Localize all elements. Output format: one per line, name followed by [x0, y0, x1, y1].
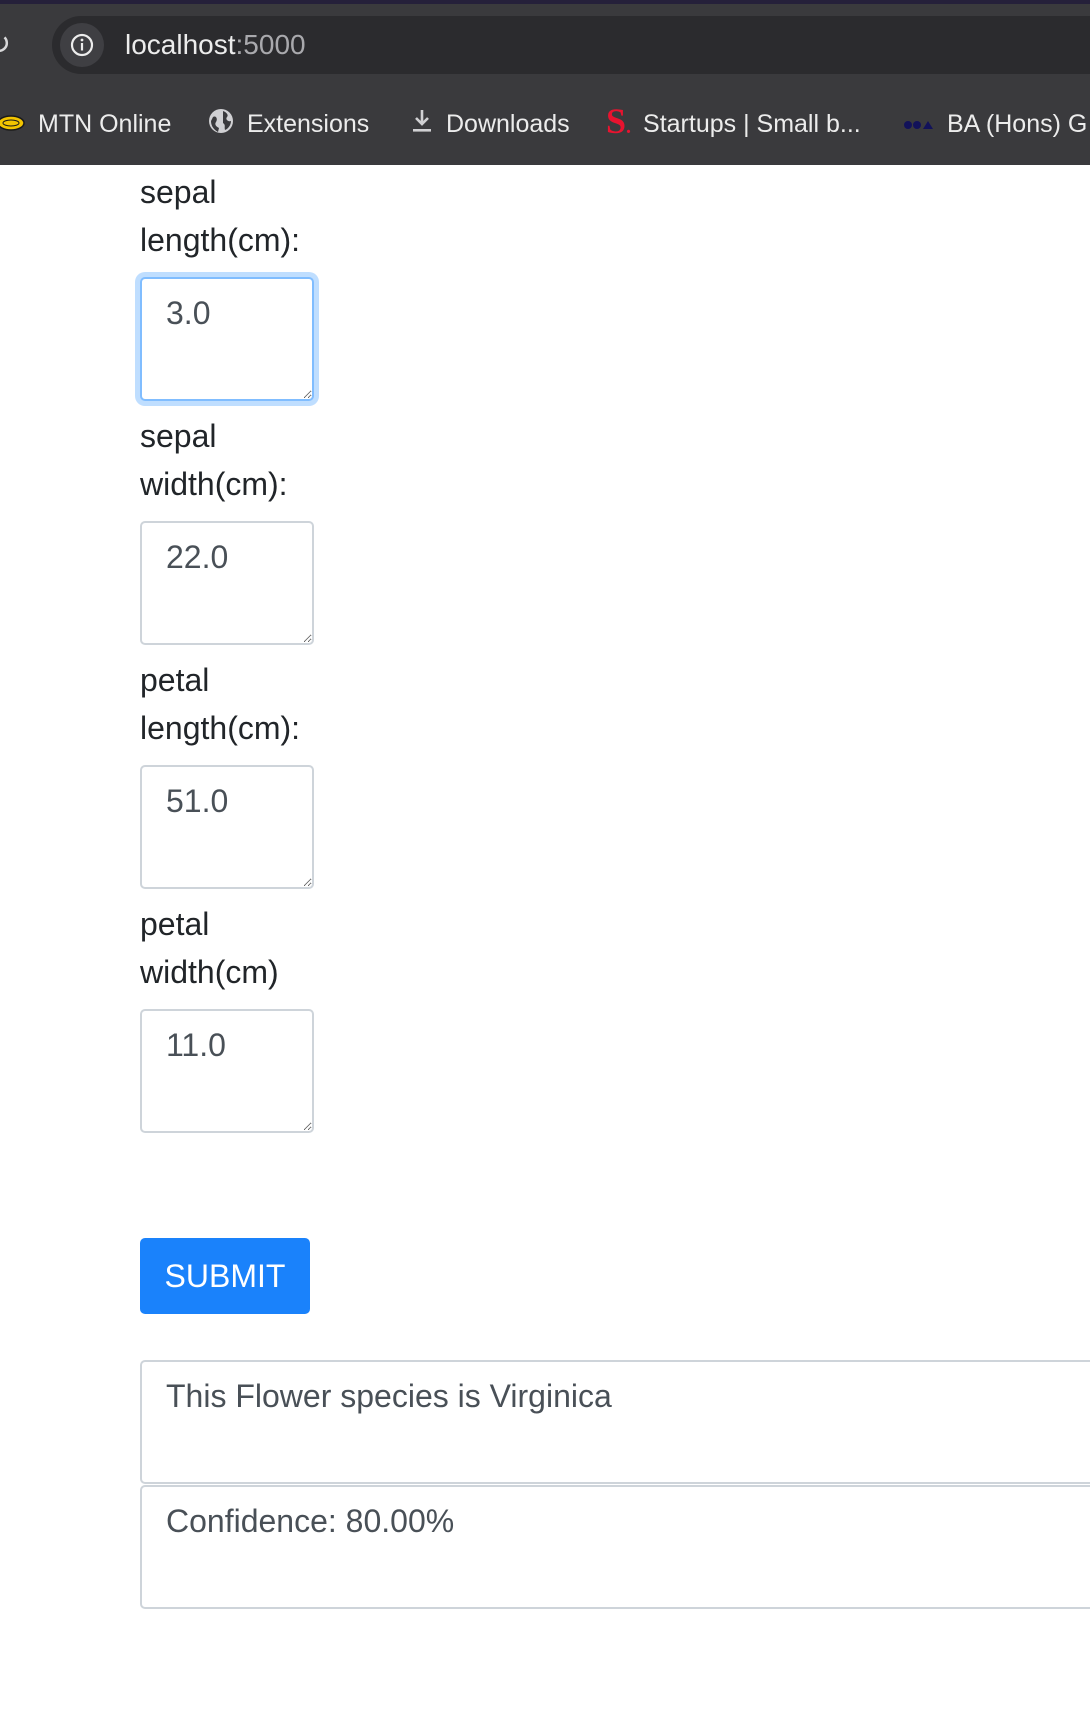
submit-button[interactable]: SUBMIT: [140, 1238, 310, 1314]
address-bar-row: ↻ localhost:5000: [0, 4, 1090, 84]
reload-icon[interactable]: ↻: [0, 30, 16, 60]
prediction-output[interactable]: This Flower species is Virginica: [140, 1360, 1090, 1484]
sepal-length-input[interactable]: 3.0: [140, 277, 314, 401]
bookmark-label: Extensions: [247, 109, 370, 138]
browser-chrome: ↻ localhost:5000 MTN Online: [0, 0, 1090, 165]
petal-width-label: petal width(cm): [140, 906, 279, 990]
bookmark-label: BA (Hons) G: [947, 109, 1088, 138]
petal-width-input[interactable]: 11.0: [140, 1009, 314, 1133]
download-icon: [410, 107, 434, 142]
bookmarks-bar: MTN Online Extensions Downloads S. Start…: [0, 84, 1090, 165]
confidence-output[interactable]: Confidence: 80.00%: [140, 1485, 1090, 1609]
omnibox[interactable]: localhost:5000: [52, 16, 1090, 74]
globe-icon: [207, 107, 235, 142]
bookmark-label: MTN Online: [38, 109, 172, 138]
bookmark-label: Startups | Small b...: [643, 109, 861, 138]
bookmark-startups[interactable]: S. Startups | Small b...: [606, 101, 861, 144]
bookmark-mtn-online[interactable]: MTN Online: [0, 104, 171, 144]
site-info-icon[interactable]: [60, 23, 104, 67]
sepal-width-input[interactable]: 22.0: [140, 521, 314, 645]
startups-s-logo-icon: S.: [606, 101, 632, 141]
url-port: :5000: [235, 29, 306, 60]
oca-logo-icon: [903, 110, 935, 139]
bookmark-downloads[interactable]: Downloads: [410, 104, 570, 144]
mtn-logo-icon: [0, 110, 26, 139]
iris-prediction-page: sepal length(cm): 3.0 sepal width(cm): 2…: [0, 165, 1090, 1723]
petal-length-label: petal length(cm):: [140, 662, 301, 746]
bookmark-extensions[interactable]: Extensions: [207, 104, 369, 144]
bookmark-label: Downloads: [446, 109, 570, 138]
sepal-width-label: sepal width(cm):: [140, 418, 288, 502]
url-host: localhost: [125, 29, 236, 60]
sepal-length-label: sepal length(cm):: [140, 174, 301, 258]
petal-length-input[interactable]: 51.0: [140, 765, 314, 889]
bookmark-ba-hons[interactable]: BA (Hons) G: [903, 104, 1087, 144]
url-text[interactable]: localhost:5000: [125, 30, 306, 60]
